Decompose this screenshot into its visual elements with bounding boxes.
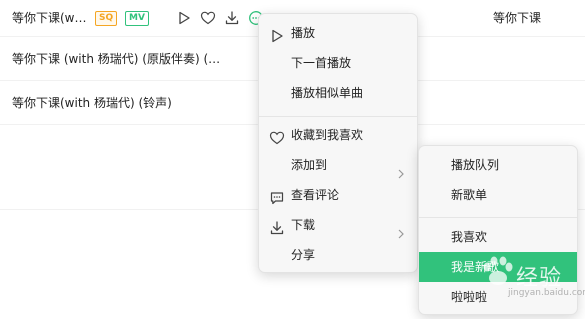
menu-item-play-similar[interactable]: 播放相似单曲 (259, 78, 417, 108)
menu-item-label: 分享 (291, 248, 316, 262)
song-title[interactable]: 等你下课(w… (12, 0, 87, 37)
chevron-right-icon (397, 160, 405, 179)
music-app-window: 等你下课(w… SQ MV 等你下课 等你下课 (with 杨瑞代) (原版伴奏… (0, 0, 585, 319)
menu-divider (419, 217, 577, 218)
menu-item-label: 我是新歌 (451, 260, 500, 274)
download-icon (269, 217, 285, 235)
play-icon[interactable] (176, 10, 192, 26)
sq-badge: SQ (95, 11, 118, 26)
menu-item-comments[interactable]: 查看评论 (259, 180, 417, 210)
menu-item-label: 查看评论 (291, 188, 340, 202)
submenu-item-my-favorites[interactable]: 我喜欢 (419, 222, 577, 252)
play-icon (269, 25, 285, 43)
menu-item-play[interactable]: 播放 (259, 18, 417, 48)
context-menu: 播放 下一首播放 播放相似单曲 收藏到我喜欢 添加到 查看评论 下载 分享 (258, 13, 418, 273)
menu-item-label: 新歌单 (451, 188, 488, 202)
menu-item-play-next[interactable]: 下一首播放 (259, 48, 417, 78)
comment-icon (269, 187, 285, 205)
menu-item-label: 下载 (291, 218, 316, 232)
song-title[interactable]: 等你下课(with 杨瑞代) (铃声) (12, 82, 172, 125)
menu-divider (259, 116, 417, 117)
add-to-submenu: 播放队列 新歌单 我喜欢 我是新歌 啦啦啦 (418, 145, 578, 315)
heart-icon[interactable] (200, 10, 216, 26)
chevron-right-icon (397, 220, 405, 239)
heart-icon (269, 127, 285, 145)
menu-item-label: 下一首播放 (291, 56, 352, 70)
menu-item-add-to[interactable]: 添加到 (259, 150, 417, 180)
menu-item-label: 我喜欢 (451, 230, 488, 244)
submenu-item-playlist[interactable]: 啦啦啦 (419, 282, 577, 312)
submenu-item-play-queue[interactable]: 播放队列 (419, 150, 577, 180)
song-title[interactable]: 等你下课 (with 杨瑞代) (原版伴奏) (… (12, 38, 220, 81)
artist-name[interactable]: 等你下课 (493, 0, 541, 37)
submenu-item-new-playlist[interactable]: 新歌单 (419, 180, 577, 210)
menu-item-label: 啦啦啦 (451, 290, 488, 304)
menu-item-download[interactable]: 下载 (259, 210, 417, 240)
menu-item-label: 播放 (291, 26, 316, 40)
submenu-item-playlist-highlighted[interactable]: 我是新歌 (419, 252, 577, 282)
menu-item-label: 播放相似单曲 (291, 86, 364, 100)
menu-item-label: 播放队列 (451, 158, 500, 172)
mv-badge[interactable]: MV (125, 11, 149, 26)
menu-item-favorite[interactable]: 收藏到我喜欢 (259, 120, 417, 150)
download-icon[interactable] (224, 10, 240, 26)
menu-item-share[interactable]: 分享 (259, 240, 417, 270)
menu-item-label: 添加到 (291, 158, 328, 172)
menu-item-label: 收藏到我喜欢 (291, 128, 364, 142)
